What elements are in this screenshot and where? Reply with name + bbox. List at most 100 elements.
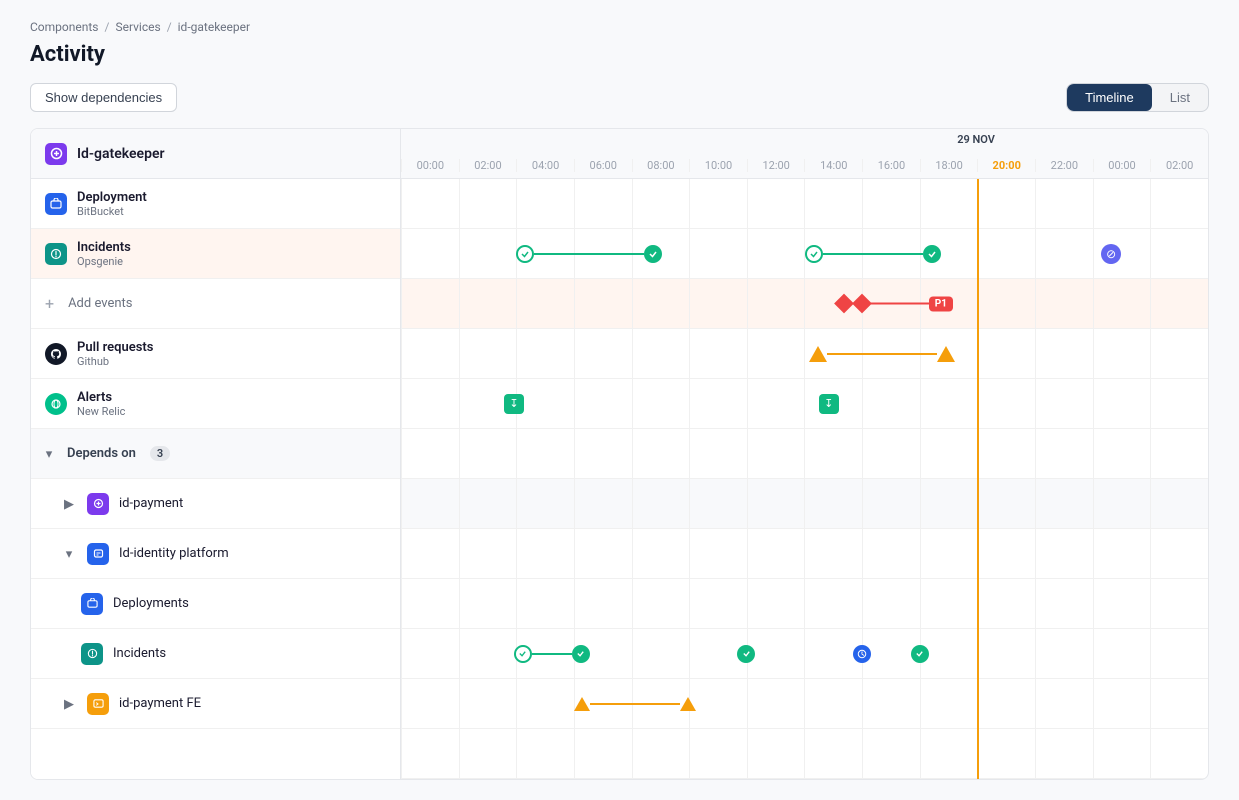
deploy-event-2[interactable] xyxy=(805,245,941,263)
sub-deploy-check2[interactable] xyxy=(911,645,929,663)
hour-0400: 04:00 xyxy=(516,159,574,172)
timeline-view-button[interactable]: Timeline xyxy=(1067,84,1152,111)
hour-0200b: 02:00 xyxy=(1150,159,1208,172)
alert-triangle-end xyxy=(937,346,955,362)
id-identity-collapse-btn[interactable]: ▾ xyxy=(61,546,77,562)
hour-0800: 08:00 xyxy=(632,159,690,172)
sub-incident-triangle-2 xyxy=(680,697,696,711)
hour-1800: 18:00 xyxy=(920,159,978,172)
sub-deploy-event-1[interactable] xyxy=(514,645,590,663)
incidents-icon xyxy=(45,243,67,265)
row-id-gatekeeper: Id-gatekeeper xyxy=(31,129,400,179)
breadcrumb-components[interactable]: Components xyxy=(30,20,99,34)
p1-badge: P1 xyxy=(929,296,953,311)
depends-on-label: Depends on xyxy=(67,446,136,461)
timeline-header: 29 NOV 00:00 02:00 04:00 06:00 08:00 10:… xyxy=(401,129,1208,179)
right-panel: 29 NOV 00:00 02:00 04:00 06:00 08:00 10:… xyxy=(401,129,1208,779)
id-identity-icon xyxy=(87,543,109,565)
incidents-sub: Opsgenie xyxy=(77,255,131,268)
deploy-event-1[interactable] xyxy=(516,245,662,263)
hour-1200: 12:00 xyxy=(747,159,805,172)
row-id-identity: ▾ Id-identity platform xyxy=(31,529,400,579)
sub-deploy-check[interactable] xyxy=(737,645,755,663)
gatekeeper-label: Id-gatekeeper xyxy=(77,146,165,162)
row-deployments-sub: Deployments xyxy=(31,579,400,629)
tl-row-deployment: ⊘ xyxy=(401,229,1208,279)
left-panel: Id-gatekeeper Deployment BitBucket Incid… xyxy=(31,129,401,779)
breadcrumb-current: id-gatekeeper xyxy=(178,20,250,34)
breadcrumb: Components / Services / id-gatekeeper xyxy=(30,20,1209,34)
sub-incident-triangle-1 xyxy=(574,697,590,711)
tl-row-gatekeeper xyxy=(401,179,1208,229)
pull-requests-label: Pull requests xyxy=(77,340,153,355)
tl-row-id-identity xyxy=(401,579,1208,629)
tl-row-id-payment xyxy=(401,529,1208,579)
tl-row-incidents-sub xyxy=(401,679,1208,729)
add-events-label: Add events xyxy=(68,296,132,311)
hour-0000b: 00:00 xyxy=(1093,159,1151,172)
sub-incident-event[interactable] xyxy=(574,697,696,711)
hour-0000: 00:00 xyxy=(401,159,459,172)
list-view-button[interactable]: List xyxy=(1152,84,1208,111)
depends-on-badge: 3 xyxy=(150,446,170,461)
incidents-label: Incidents xyxy=(77,240,131,255)
hour-1600: 16:00 xyxy=(862,159,920,172)
row-add-events[interactable]: + Add events xyxy=(31,279,400,329)
hour-1000: 10:00 xyxy=(689,159,747,172)
breadcrumb-services[interactable]: Services xyxy=(115,20,160,34)
hour-2200: 22:00 xyxy=(1035,159,1093,172)
row-deployment: Deployment BitBucket xyxy=(31,179,400,229)
row-depends-on: ▾ Depends on 3 xyxy=(31,429,400,479)
row-alerts: Alerts New Relic xyxy=(31,379,400,429)
gatekeeper-icon xyxy=(45,143,67,165)
sub-deploy-clock[interactable] xyxy=(853,645,871,663)
deploy-skipped[interactable]: ⊘ xyxy=(1101,244,1121,264)
now-marker xyxy=(977,179,979,779)
hour-2000: 20:00 xyxy=(977,159,1035,172)
alerts-sub: New Relic xyxy=(77,405,125,418)
hour-0600: 06:00 xyxy=(574,159,632,172)
row-id-payment: ▶ id-payment xyxy=(31,479,400,529)
incidents-sub-icon xyxy=(81,643,103,665)
show-dependencies-button[interactable]: Show dependencies xyxy=(30,83,177,112)
pull-requests-sub: Github xyxy=(77,355,153,368)
deployment-label: Deployment xyxy=(77,190,147,205)
timeline-rows: ⊘ xyxy=(401,179,1208,779)
toolbar: Show dependencies Timeline List xyxy=(30,83,1209,112)
tl-row-pull-requests: ↧ ↧ xyxy=(401,379,1208,429)
deploy-end-1 xyxy=(644,245,662,263)
deployments-sub-icon xyxy=(81,593,103,615)
tl-row-id-payment-fe xyxy=(401,729,1208,779)
deploy-start-1 xyxy=(516,245,534,263)
id-payment-expand-btn[interactable]: ▶ xyxy=(61,496,77,512)
alert-event[interactable] xyxy=(809,346,955,362)
depends-on-collapse-btn[interactable]: ▾ xyxy=(41,446,57,462)
newrelic-icon xyxy=(45,393,67,415)
hour-1400: 14:00 xyxy=(804,159,862,172)
timeline-hours: 00:00 02:00 04:00 06:00 08:00 10:00 12:0… xyxy=(401,147,1208,178)
view-toggle: Timeline List xyxy=(1066,83,1209,112)
tl-row-add-events xyxy=(401,329,1208,379)
deployment-sub: BitBucket xyxy=(77,205,147,218)
tl-row-deployments-sub xyxy=(401,629,1208,679)
incidents-sub-label: Incidents xyxy=(113,646,166,661)
id-payment-fe-icon xyxy=(87,693,109,715)
pr-icon-1[interactable]: ↧ xyxy=(504,394,524,414)
row-incidents-sub: Incidents xyxy=(31,629,400,679)
id-payment-fe-expand-btn[interactable]: ▶ xyxy=(61,696,77,712)
incident-event[interactable]: P1 xyxy=(837,296,953,311)
page-title: Activity xyxy=(30,42,1209,67)
id-identity-label: Id-identity platform xyxy=(119,546,229,561)
row-id-payment-fe: ▶ id-payment FE xyxy=(31,679,400,729)
deployments-sub-label: Deployments xyxy=(113,596,189,611)
date-label: 29 NOV xyxy=(957,133,995,146)
id-payment-label: id-payment xyxy=(119,496,183,511)
github-icon xyxy=(45,343,67,365)
deployment-icon xyxy=(45,193,67,215)
add-icon: + xyxy=(45,294,54,313)
row-pull-requests: Pull requests Github xyxy=(31,329,400,379)
pr-icon-2[interactable]: ↧ xyxy=(819,394,839,414)
tl-row-alerts xyxy=(401,429,1208,479)
activity-table: Id-gatekeeper Deployment BitBucket Incid… xyxy=(30,128,1209,780)
alert-triangle-start xyxy=(809,346,827,362)
